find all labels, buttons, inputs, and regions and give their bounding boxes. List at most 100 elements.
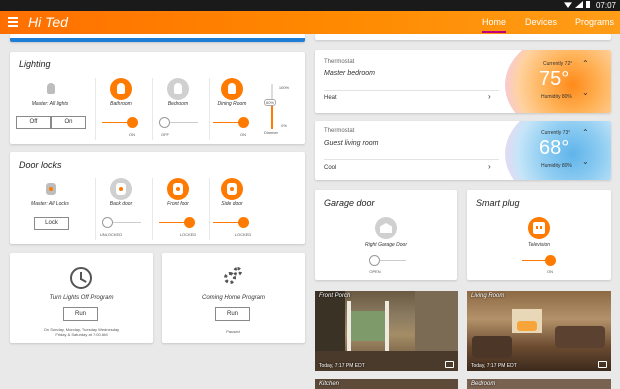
thermostat-current: Currently 73° xyxy=(541,130,571,136)
thermostat-mode: Heat xyxy=(324,95,337,101)
thermostat-card-guest-living-room[interactable]: Thermostat Guest living room Cool › Curr… xyxy=(315,121,611,180)
garage-icon xyxy=(380,223,392,233)
smart-plug-card: Smart plug Television ON xyxy=(467,190,611,280)
garage-door-button[interactable] xyxy=(375,217,397,239)
back-door-toggle[interactable] xyxy=(102,217,113,228)
front-door-toggle[interactable] xyxy=(184,217,195,228)
lock-all-button[interactable]: Lock xyxy=(34,217,69,230)
thermostat-current: Currently 72° xyxy=(543,61,573,67)
thermostat-name: Master bedroom xyxy=(324,70,375,77)
thermostat-setpoint: 68° xyxy=(539,137,570,159)
program-title: Coming Home Program xyxy=(201,295,266,301)
dimmer-max: 100% xyxy=(278,85,290,90)
back-door-lock[interactable] xyxy=(110,178,132,200)
partial-card-right xyxy=(315,34,611,40)
smart-plug-toggle[interactable] xyxy=(545,255,556,266)
camera-feed-front-porch[interactable]: Front Porch Today, 7:17 PM EDT xyxy=(315,291,458,371)
side-door-lock[interactable] xyxy=(221,178,243,200)
plug-icon xyxy=(533,222,545,234)
program-card-lights-off: Turn Lights Off Program Run On Sunday, M… xyxy=(10,253,153,343)
camera-feed-kitchen[interactable]: Kitchen xyxy=(315,379,458,389)
bedroom-toggle[interactable] xyxy=(159,117,170,128)
garage-toggle[interactable] xyxy=(369,255,380,266)
clock-icon xyxy=(70,267,92,289)
status-bar: 07:07 xyxy=(0,0,620,11)
bulb-icon xyxy=(117,83,125,94)
camera-feed-bedroom[interactable]: Bedroom xyxy=(467,379,611,389)
master-lights-label: Master: All lights xyxy=(31,101,69,107)
battery-icon xyxy=(586,1,590,8)
smart-plug-button[interactable] xyxy=(528,217,550,239)
dining-room-toggle[interactable] xyxy=(238,117,249,128)
bathroom-toggle[interactable] xyxy=(127,117,138,128)
chevron-up-icon[interactable]: ⌃ xyxy=(582,59,589,68)
dimmer-track[interactable] xyxy=(271,84,273,129)
dimmer-fill xyxy=(271,102,273,129)
program-status: Paused xyxy=(226,329,240,334)
tab-devices[interactable]: Devices xyxy=(525,17,557,27)
master-lock xyxy=(40,178,62,200)
thermostat-setpoint: 75° xyxy=(539,68,570,90)
thermostat-card-master-bedroom[interactable]: Thermostat Master bedroom Heat › Current… xyxy=(315,50,611,113)
program-title: Turn Lights Off Program xyxy=(49,295,114,301)
camera-name: Living Room xyxy=(471,293,505,299)
chevron-right-icon[interactable]: › xyxy=(488,92,491,101)
signal-icon xyxy=(575,1,583,8)
smart-plug-state: ON xyxy=(547,269,553,274)
dimmer-value: 60% xyxy=(264,99,276,106)
camera-name: Bedroom xyxy=(471,381,496,387)
chevron-up-icon[interactable]: ⌃ xyxy=(582,128,589,137)
dimmer-label: Dimmer xyxy=(264,130,278,135)
bulb-icon xyxy=(47,83,55,94)
side-door-toggle[interactable] xyxy=(238,217,249,228)
master-light xyxy=(40,78,62,100)
bathroom-light[interactable] xyxy=(110,78,132,100)
run-button[interactable]: Run xyxy=(215,307,250,321)
side-door-label: Side door xyxy=(221,201,243,207)
bulb-icon xyxy=(228,83,236,94)
run-button[interactable]: Run xyxy=(63,307,98,321)
dimmer-min: 0% xyxy=(281,123,287,128)
camera-name: Front Porch xyxy=(319,293,351,299)
garage-state: OPEN xyxy=(369,269,381,274)
thermostat-mode: Cool xyxy=(324,165,337,171)
front-door-lock[interactable] xyxy=(167,178,189,200)
bedroom-light[interactable] xyxy=(167,78,189,100)
wifi-icon xyxy=(564,2,572,8)
status-time: 07:07 xyxy=(595,1,616,10)
chevron-down-icon[interactable]: ⌄ xyxy=(582,88,589,97)
side-door-state: LOCKED xyxy=(234,232,252,237)
bedroom-state: OFF xyxy=(161,132,169,137)
lock-icon xyxy=(173,183,183,195)
thermostat-name: Guest living room xyxy=(324,140,379,147)
program-card-coming-home: Coming Home Program Run Paused xyxy=(162,253,305,343)
camera-icon[interactable] xyxy=(598,361,607,368)
partial-card xyxy=(10,34,305,42)
tab-programs[interactable]: Programs xyxy=(575,17,614,27)
garage-door-card: Garage door Right Garage Door OPEN xyxy=(315,190,457,280)
garage-door-title: Garage door xyxy=(324,198,375,208)
lights-on-button[interactable]: On xyxy=(51,116,86,129)
chevron-down-icon[interactable]: ⌄ xyxy=(582,157,589,166)
lighting-card: Lighting Master: All lights Off On Bathr… xyxy=(10,52,305,144)
chevron-right-icon[interactable]: › xyxy=(488,162,491,171)
tab-home[interactable]: Home xyxy=(482,17,507,33)
front-door-state: LOCKED xyxy=(179,232,197,237)
camera-feed-living-room[interactable]: Living Room Today, 7:17 PM EDT xyxy=(467,291,611,371)
thermostat-label: Thermostat xyxy=(324,59,355,65)
program-schedule-line2: Friday & Saturday at 7:00 AM xyxy=(55,332,108,337)
menu-icon[interactable] xyxy=(8,17,18,28)
app-title: Hi Ted xyxy=(28,14,68,30)
lock-icon xyxy=(46,183,56,195)
camera-name: Kitchen xyxy=(319,381,340,387)
status-icons xyxy=(564,1,590,8)
master-locks-label: Master: All Locks xyxy=(31,201,69,207)
garage-device-label: Right Garage Door xyxy=(365,242,407,248)
lights-off-button[interactable]: Off xyxy=(16,116,51,129)
dining-room-label: Dining Room xyxy=(217,101,247,107)
camera-icon[interactable] xyxy=(445,361,454,368)
dining-room-light[interactable] xyxy=(221,78,243,100)
camera-timestamp: Today, 7:17 PM EDT xyxy=(319,363,365,369)
bedroom-label: Bedroom xyxy=(167,101,189,107)
camera-timestamp: Today, 7:17 PM EDT xyxy=(471,363,517,369)
